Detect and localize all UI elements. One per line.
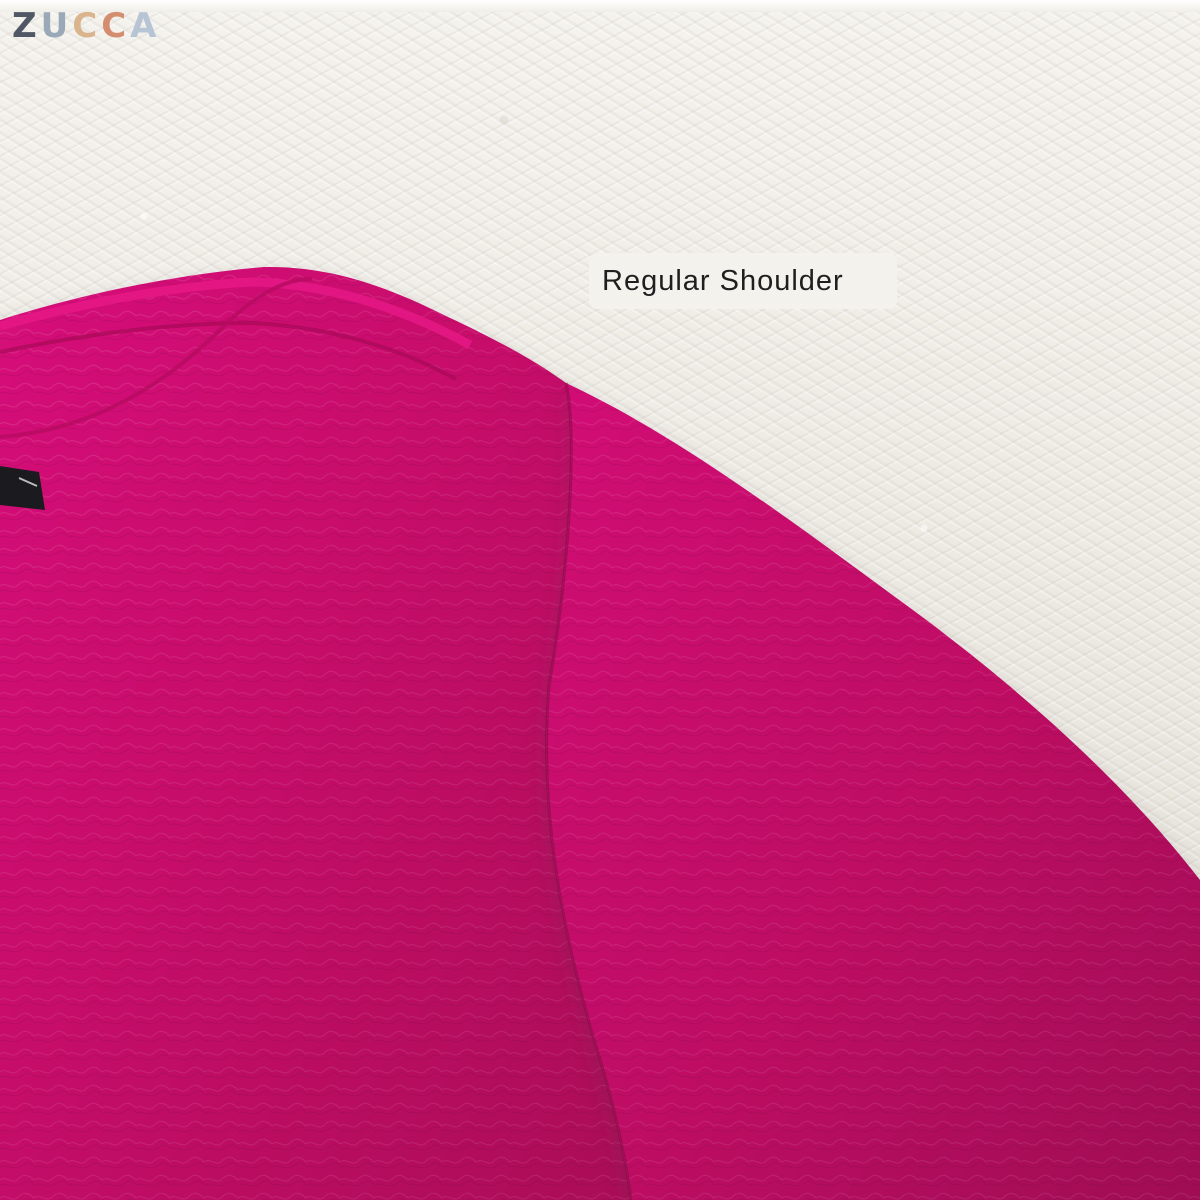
clothing-tag-icon — [0, 466, 45, 510]
product-photo-scene: ZUCCA Regular Shoulder — [0, 0, 1200, 1200]
logo-letter: C — [101, 6, 131, 46]
logo-letter: C — [72, 6, 102, 46]
right-sleeve — [546, 383, 1200, 1200]
blouse-body — [0, 266, 631, 1200]
logo-letter: U — [40, 6, 73, 46]
logo-letter: A — [130, 6, 161, 46]
pink-blouse-photo — [0, 266, 1200, 1200]
zucca-logo: ZUCCA — [12, 9, 161, 43]
regular-shoulder-label: Regular Shoulder — [589, 253, 897, 309]
logo-letter: Z — [12, 6, 41, 46]
